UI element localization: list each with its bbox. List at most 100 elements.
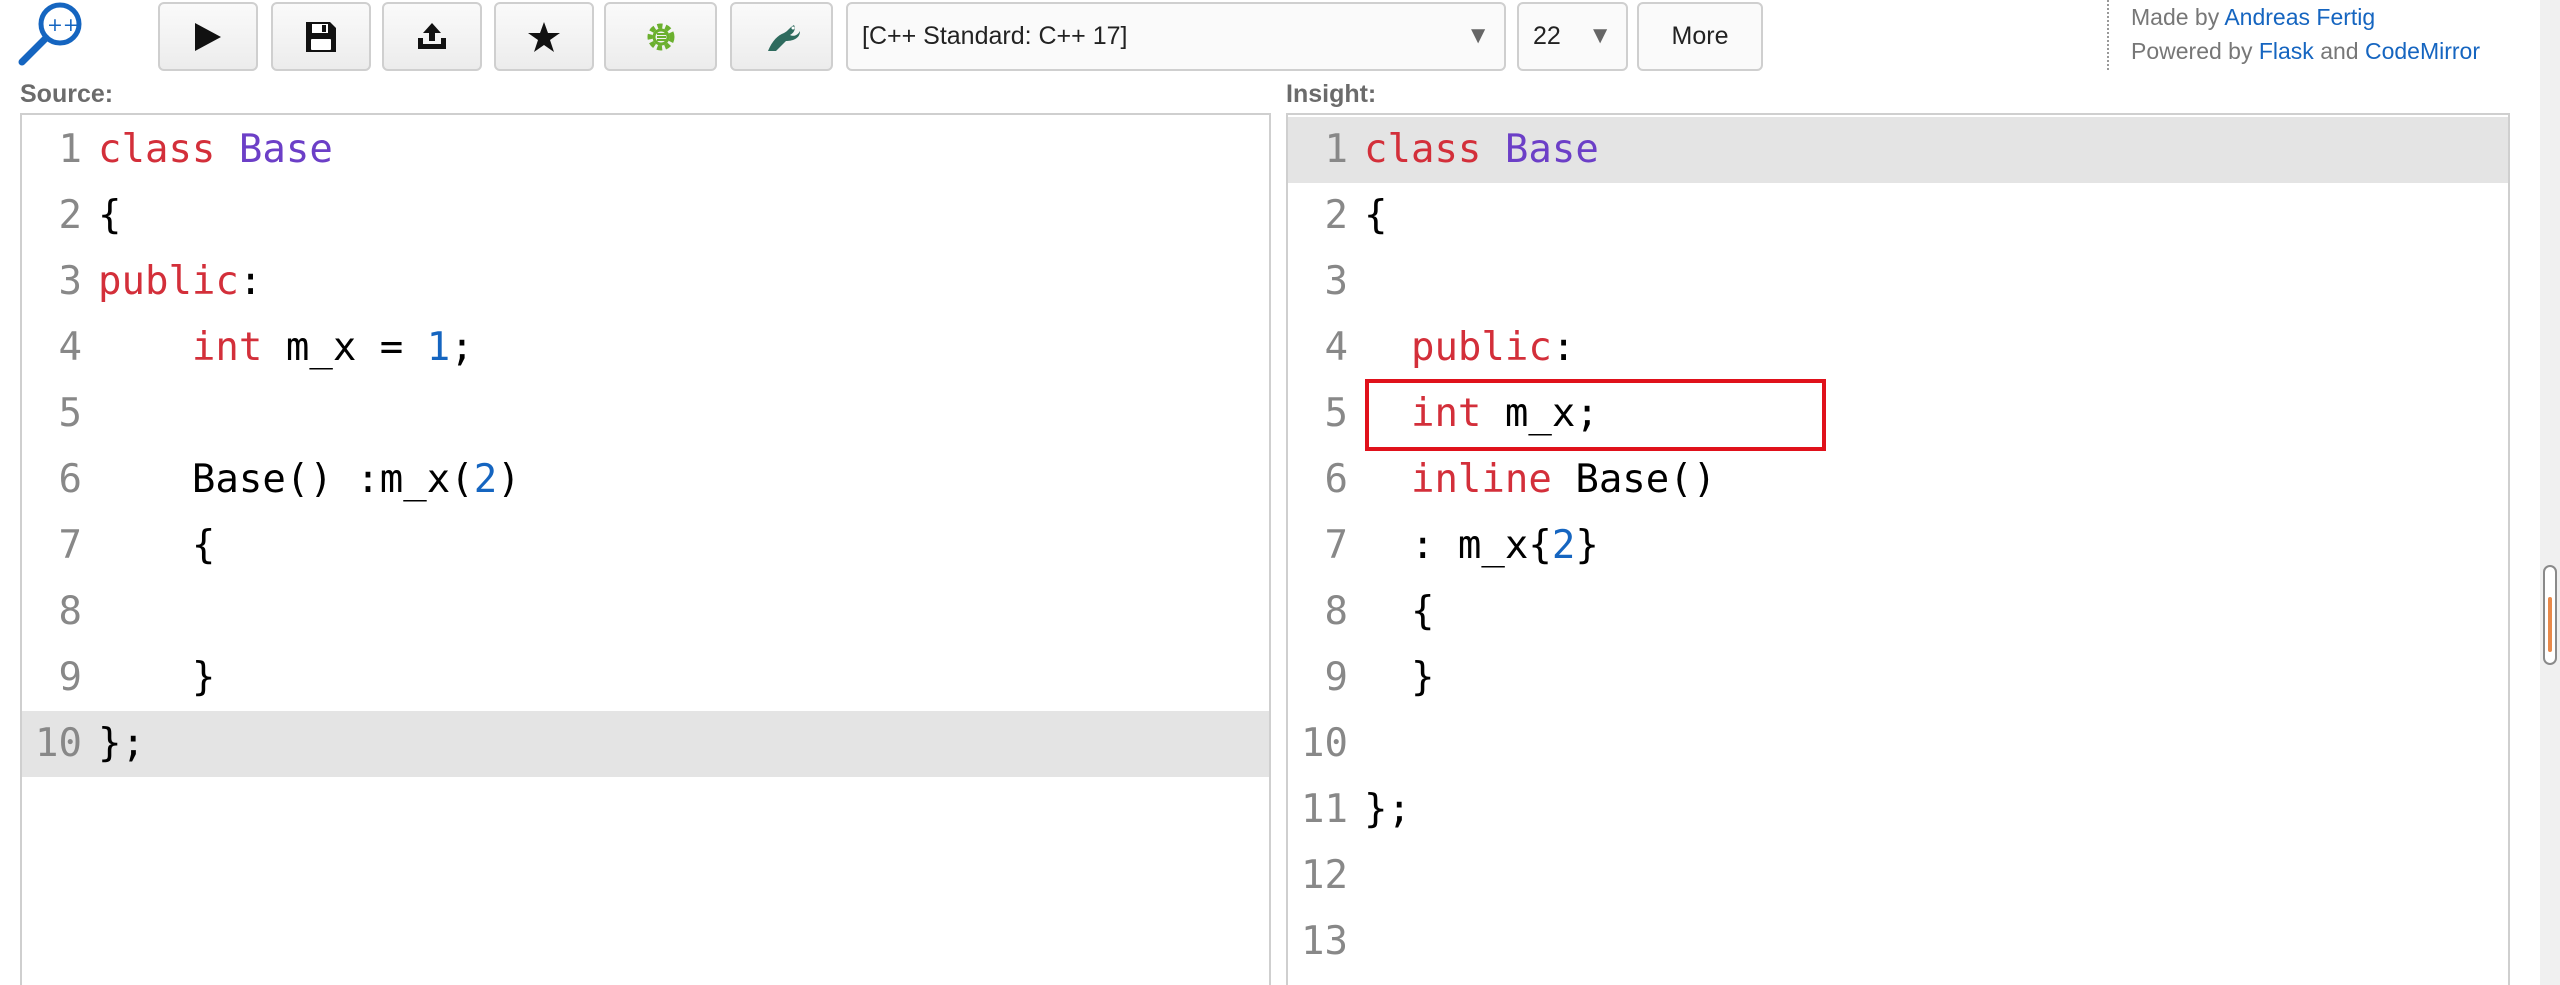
code-line[interactable]: 2{ (1288, 183, 2508, 249)
codemirror-link[interactable]: CodeMirror (2365, 38, 2480, 64)
code-text: } (98, 645, 216, 711)
class-name-token: Base (238, 127, 333, 172)
code-text: } (1364, 645, 1435, 711)
code-line[interactable]: 3 (1288, 249, 2508, 315)
code-line[interactable]: 9 } (1288, 645, 2508, 711)
insight-editor[interactable]: 1 class Base 2{3 4 public: 5 int m_x; 6 inlin… (1286, 113, 2510, 985)
line-number: 12 (1301, 853, 1348, 898)
code-line[interactable]: 1 class Base (22, 117, 1269, 183)
code-line[interactable]: 2{ (22, 183, 1269, 249)
code-token: ; (450, 325, 474, 370)
cpp-standard-select[interactable]: [C++ Standard: C++ 17] ▼ (846, 2, 1506, 71)
code-line[interactable]: 6 inline Base() (1288, 447, 2508, 513)
code-token: Base() (1551, 457, 1717, 502)
code-token: } (98, 655, 216, 700)
line-number: 3 (1324, 259, 1348, 304)
share-button[interactable] (382, 2, 482, 71)
dropdown-arrow-icon: ▼ (1588, 22, 1612, 49)
number-token: 1 (426, 325, 451, 370)
credits: Made by Andreas Fertig Powered by Flask … (2107, 0, 2480, 70)
source-code-lines: 1 class Base 2{3 public: 4 int m_x = 1; 5 6 Ba… (22, 117, 1269, 777)
code-line[interactable]: 9 } (22, 645, 1269, 711)
code-line[interactable]: 5 int m_x; (1288, 379, 2508, 451)
keyword-token: public (1410, 325, 1552, 370)
code-line[interactable]: 7 : m_x{2} (1288, 513, 2508, 579)
code-line[interactable]: 1 class Base (1288, 117, 2508, 183)
code-line[interactable]: 6 Base() :m_x(2) (22, 447, 1269, 513)
dropdown-arrow-icon: ▼ (1466, 22, 1490, 49)
code-token: ) (497, 457, 521, 502)
line-number: 9 (58, 655, 82, 700)
line-number: 8 (58, 589, 82, 634)
favorite-button[interactable] (494, 2, 594, 71)
code-token: { (1364, 589, 1435, 634)
line-number: 2 (1324, 193, 1348, 238)
code-text: inline Base() (1364, 447, 1716, 513)
keyword-token: public (98, 259, 239, 304)
cppinsights-logo[interactable]: ++ (16, 0, 88, 68)
line-number: 2 (58, 193, 82, 238)
line-number: 11 (1301, 787, 1348, 832)
source-label: Source: (20, 80, 114, 108)
line-number: 6 (58, 457, 82, 502)
code-line[interactable]: 13 (1288, 909, 2508, 975)
and-text: and (2320, 38, 2359, 64)
code-text: { (98, 183, 121, 249)
compiler-explorer-button[interactable] (730, 2, 833, 71)
code-token: m_x = (262, 325, 427, 370)
flask-link[interactable]: Flask (2259, 38, 2314, 64)
code-line[interactable]: 12 (1288, 843, 2508, 909)
insight-code-lines: 1 class Base 2{3 4 public: 5 int m_x; 6 inlin… (1288, 117, 2508, 975)
scrollbar-thumb[interactable] (2543, 565, 2557, 665)
line-number: 4 (58, 325, 82, 370)
code-line[interactable]: 3 public: (22, 249, 1269, 315)
line-number: 1 (58, 127, 82, 172)
number-token: 2 (1551, 523, 1576, 568)
run-button[interactable] (158, 2, 258, 71)
made-by-line: Made by Andreas Fertig (2131, 0, 2480, 34)
page-scrollbar[interactable] (2540, 0, 2560, 985)
source-editor[interactable]: 1 class Base 2{3 public: 4 int m_x = 1; 5 6 Ba… (20, 113, 1271, 985)
cppinsights-button[interactable] (604, 2, 717, 71)
more-button[interactable]: More (1637, 2, 1763, 71)
magnifier-logo-icon: ++ (18, 2, 82, 66)
code-line[interactable]: 10}; (22, 711, 1269, 777)
code-line[interactable]: 10 (1288, 711, 2508, 777)
code-token: { (98, 193, 122, 238)
font-size-select[interactable]: 22 ▼ (1517, 2, 1628, 71)
code-token: }; (98, 721, 145, 766)
floppy-disk-icon (306, 21, 336, 52)
code-token: } (1364, 655, 1435, 700)
code-line[interactable]: 4 public: (1288, 315, 2508, 381)
insight-label: Insight: (1286, 80, 1377, 108)
highlight-box (1365, 379, 1826, 451)
code-line[interactable]: 7 { (22, 513, 1269, 579)
code-line[interactable]: 8 (22, 579, 1269, 645)
code-token: } (1575, 523, 1599, 568)
code-token: : m_x{ (1364, 523, 1552, 568)
code-line[interactable]: 5 (22, 381, 1269, 447)
code-line[interactable]: 4 int m_x = 1; (22, 315, 1269, 381)
star-icon (528, 21, 560, 52)
code-text: class Base (98, 117, 333, 183)
upload-icon (418, 22, 446, 49)
code-line[interactable]: 11}; (1288, 777, 2508, 843)
play-icon (195, 22, 221, 51)
code-line[interactable]: 8 { (1288, 579, 2508, 645)
svg-text:++: ++ (47, 14, 79, 36)
code-token: { (1364, 193, 1388, 238)
save-button[interactable] (271, 2, 371, 71)
number-token: 2 (473, 457, 498, 502)
code-text: { (1364, 579, 1435, 645)
line-number: 10 (35, 721, 82, 766)
made-by-text: Made by (2131, 4, 2220, 30)
code-token: : (1551, 325, 1576, 370)
gear-c-icon (647, 23, 674, 50)
line-number: 4 (1324, 325, 1348, 370)
author-link[interactable]: Andreas Fertig (2224, 4, 2375, 30)
code-text: { (98, 513, 216, 579)
